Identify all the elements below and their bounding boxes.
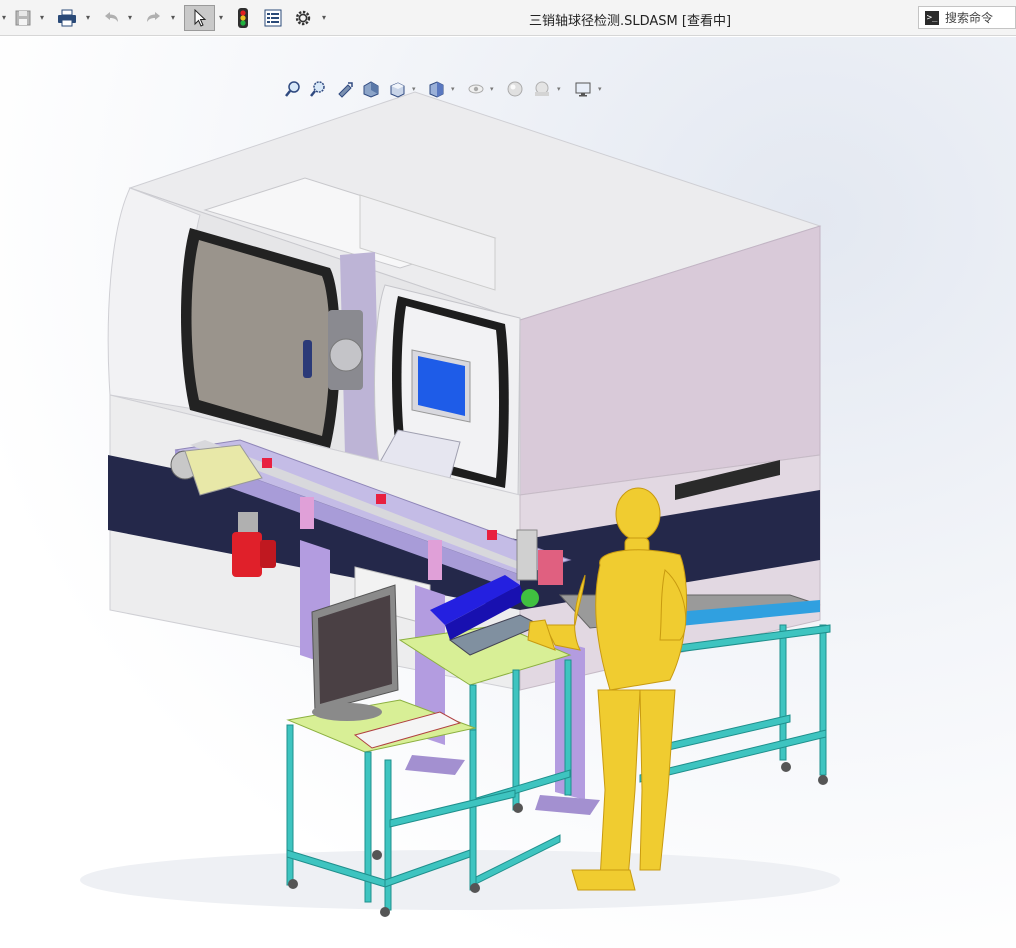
- redo-dropdown-arrow-icon[interactable]: ▾: [169, 13, 177, 23]
- zoom-to-area-icon[interactable]: [308, 78, 328, 100]
- view-settings-arrow-icon[interactable]: ▾: [598, 85, 602, 93]
- search-commands-box[interactable]: >_ 搜索命令: [918, 6, 1016, 29]
- undo-dropdown-arrow-icon[interactable]: ▾: [126, 13, 134, 23]
- view-settings-icon[interactable]: [573, 78, 593, 100]
- command-toolbar: ▾ ▾ ▾ ▾ ▾ ▾ ▾ 三销轴球径检测.SLDASM [查看中] >_ 搜索…: [0, 0, 1016, 36]
- save-icon[interactable]: [12, 5, 34, 31]
- select-pointer-icon[interactable]: [184, 5, 215, 31]
- apply-scene-icon[interactable]: [532, 78, 552, 100]
- display-style-icon[interactable]: [426, 78, 446, 100]
- graphics-viewport[interactable]: ▾ ▾ ▾ ▾ ▾: [0, 37, 1016, 948]
- zoom-to-fit-icon[interactable]: [283, 78, 303, 100]
- document-title: 三销轴球径检测.SLDASM [查看中]: [528, 14, 732, 29]
- hide-show-arrow-icon[interactable]: ▾: [490, 85, 494, 93]
- redo-icon[interactable]: [143, 5, 165, 31]
- options-gear-icon[interactable]: [292, 5, 314, 31]
- hide-show-items-icon[interactable]: [466, 78, 486, 100]
- assembly-model-view: [80, 91, 840, 917]
- apply-scene-arrow-icon[interactable]: ▾: [557, 85, 561, 93]
- print-icon[interactable]: [55, 5, 79, 31]
- left-overflow-arrow-icon[interactable]: ▾: [0, 13, 8, 23]
- command-prompt-icon: >_: [925, 10, 939, 25]
- save-dropdown-arrow-icon[interactable]: ▾: [38, 13, 46, 23]
- display-style-arrow-icon[interactable]: ▾: [451, 85, 455, 93]
- options-dropdown-arrow-icon[interactable]: ▾: [320, 13, 328, 23]
- undo-icon[interactable]: [100, 5, 122, 31]
- feature-manager-icon[interactable]: [262, 5, 284, 31]
- traffic-light-icon[interactable]: [234, 5, 252, 31]
- heads-up-view-toolbar: ▾ ▾ ▾ ▾ ▾: [283, 78, 613, 102]
- view-orientation-icon[interactable]: [387, 78, 407, 100]
- search-placeholder: 搜索命令: [945, 11, 994, 25]
- previous-view-icon[interactable]: [335, 78, 355, 100]
- print-dropdown-arrow-icon[interactable]: ▾: [84, 13, 92, 23]
- view-orientation-arrow-icon[interactable]: ▾: [412, 85, 416, 93]
- select-dropdown-arrow-icon[interactable]: ▾: [217, 13, 225, 23]
- drive-motor: [232, 532, 262, 577]
- section-view-icon[interactable]: [361, 78, 381, 100]
- edit-appearance-icon[interactable]: [505, 78, 525, 100]
